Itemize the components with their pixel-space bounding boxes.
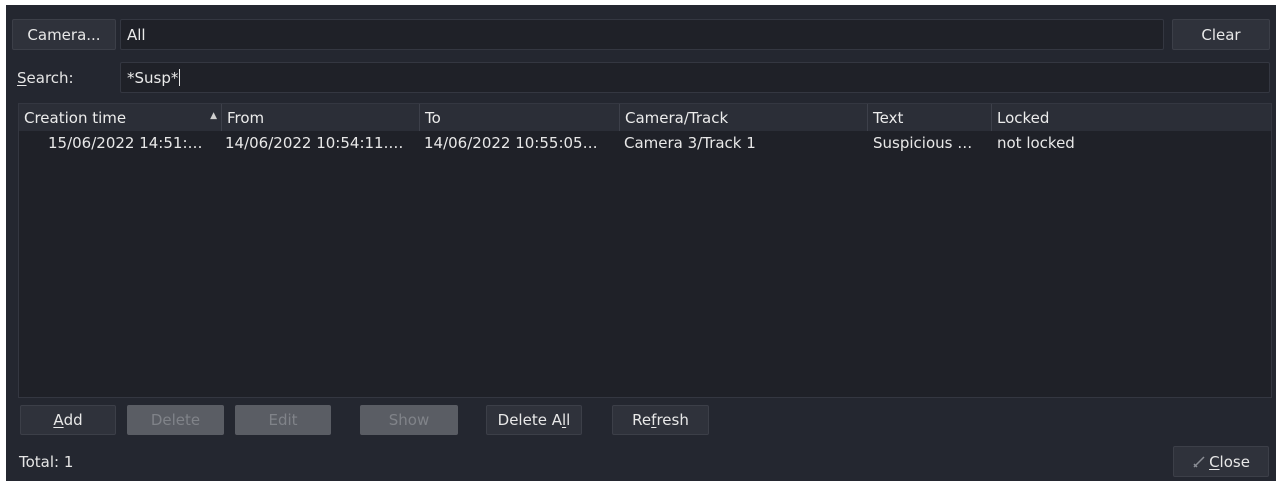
close-button[interactable]: Close [1173, 446, 1269, 477]
column-header-label: Camera/Track [625, 108, 729, 127]
search-label-text: earch: [26, 69, 74, 87]
close-mnemonic: C [1209, 452, 1220, 471]
column-header-label: Text [873, 108, 904, 127]
cell-text: Suspicious … [873, 134, 973, 152]
column-header-locked[interactable]: Locked [992, 104, 1271, 131]
delete-all-label-end: l [566, 411, 571, 429]
column-header-camera-track[interactable]: Camera/Track [620, 104, 868, 131]
refresh-button[interactable]: Re f resh [612, 405, 709, 435]
camera-filter-value: All [127, 25, 146, 44]
cell-creation-time: 15/06/2022 14:51:… [48, 134, 203, 152]
table-header: Creation time ▲ From To Camera/Track Tex… [19, 104, 1271, 131]
camera-button[interactable]: Camera... [12, 19, 116, 50]
total-label: Total: 1 [19, 453, 73, 471]
total-count: 1 [63, 453, 74, 471]
column-header-label: To [425, 108, 441, 127]
column-header-label: Creation time [24, 108, 127, 127]
search-input[interactable]: *Susp* [120, 62, 1270, 93]
column-header-label: Locked [997, 108, 1050, 127]
column-header-text[interactable]: Text [868, 104, 992, 131]
delete-all-label-start: Delete A [497, 411, 562, 429]
column-header-to[interactable]: To [420, 104, 620, 131]
column-header-creation-time[interactable]: Creation time ▲ [19, 104, 222, 131]
sort-ascending-icon: ▲ [210, 111, 217, 121]
add-label-rest: dd [63, 411, 83, 429]
cell-locked: not locked [997, 134, 1075, 152]
close-icon [1193, 455, 1205, 468]
delete-all-button[interactable]: Delete All [486, 405, 582, 435]
refresh-label-end: resh [656, 411, 689, 429]
table-row[interactable]: 15/06/2022 14:51:… 14/06/2022 10:54:11.…… [19, 132, 1271, 154]
add-mnemonic: A [53, 411, 64, 429]
show-button[interactable]: Show [360, 405, 458, 435]
edit-button[interactable]: Edit [235, 405, 331, 435]
cell-camera-track: Camera 3/Track 1 [624, 134, 756, 152]
cell-to: 14/06/2022 10:55:05… [424, 134, 598, 152]
close-label-rest: lose [1219, 452, 1250, 471]
bookmarks-dialog: Camera... All Clear Search: *Susp* Creat… [6, 5, 1276, 481]
refresh-label-start: Re [632, 411, 652, 429]
column-header-from[interactable]: From [222, 104, 420, 131]
search-input-value: *Susp* [127, 68, 179, 87]
search-label: Search: [17, 69, 74, 87]
add-button[interactable]: Add [20, 405, 116, 435]
column-header-label: From [227, 108, 265, 127]
delete-button[interactable]: Delete [127, 405, 224, 435]
bookmarks-table[interactable]: Creation time ▲ From To Camera/Track Tex… [18, 103, 1272, 398]
clear-button[interactable]: Clear [1172, 19, 1270, 50]
cell-from: 14/06/2022 10:54:11.… [225, 134, 404, 152]
total-label-text: Total: [19, 453, 60, 471]
camera-filter-field: All [120, 19, 1164, 50]
text-caret [179, 69, 181, 86]
